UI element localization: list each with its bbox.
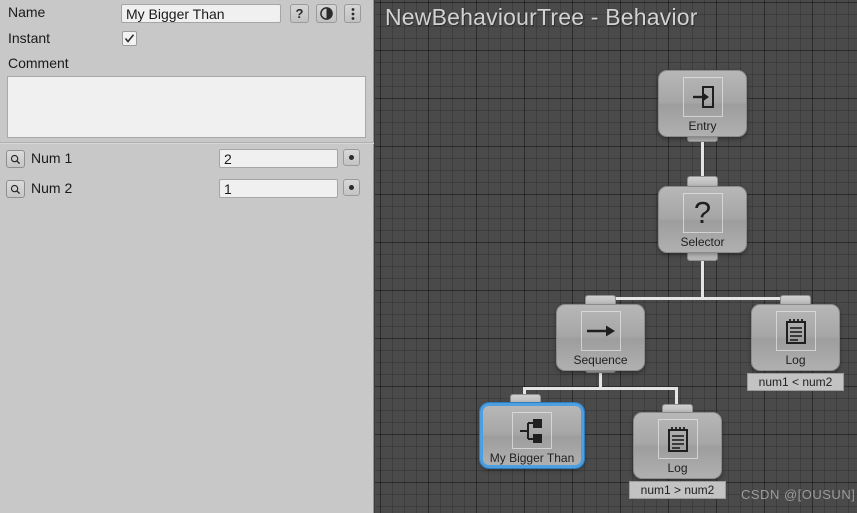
name-label: Name <box>8 4 46 20</box>
magnifier-icon <box>10 184 21 194</box>
num2-label: Num 2 <box>31 180 73 196</box>
mybigger-node-label: My Bigger Than <box>489 451 575 465</box>
node-log-1[interactable]: Log <box>751 304 840 371</box>
question-mark-icon: ? <box>295 6 304 21</box>
node-selector[interactable]: ? Selector <box>658 186 747 253</box>
log2-node-comment: num1 > num2 <box>629 481 726 499</box>
log1-node-comment: num1 < num2 <box>747 373 844 391</box>
instant-row: Instant <box>8 30 50 46</box>
num1-input[interactable]: 2 <box>219 149 338 168</box>
section-divider <box>0 142 374 144</box>
num1-row: Num 1 <box>31 150 72 166</box>
notepad-icon <box>667 427 688 452</box>
node-entry[interactable]: Entry <box>658 70 747 137</box>
entry-node-icon <box>682 77 723 117</box>
branch-nodes-icon <box>520 418 542 443</box>
behaviour-tree-editor-window: Name My Bigger Than ? Instant Comment Nu… <box>0 0 857 513</box>
watermark: CSDN @[OUSUN] <box>741 487 856 502</box>
num2-object-picker-button[interactable] <box>343 179 360 196</box>
num2-search-button[interactable] <box>6 180 25 198</box>
instant-label: Instant <box>8 30 51 46</box>
selector-node-icon: ? <box>682 193 723 233</box>
selector-node-label: Selector <box>680 235 725 249</box>
enter-arrow-icon <box>692 86 714 108</box>
sequence-node-label: Sequence <box>573 353 628 367</box>
magnifier-icon <box>10 154 21 164</box>
comment-label: Comment <box>8 55 69 71</box>
checkmark-icon <box>124 34 135 43</box>
instant-checkbox[interactable] <box>122 31 137 46</box>
question-mark-icon: ? <box>693 195 712 230</box>
num1-label: Num 1 <box>31 150 73 166</box>
node-log-2[interactable]: Log <box>633 412 722 479</box>
connection-selector-bus <box>599 297 797 300</box>
contrast-circle-icon <box>320 7 333 20</box>
num1-search-button[interactable] <box>6 150 25 168</box>
log2-node-icon <box>657 419 698 459</box>
connection-sequence-bus <box>523 387 678 390</box>
log1-node-icon <box>775 311 816 351</box>
mybigger-node-icon <box>512 412 552 449</box>
right-arrow-icon <box>586 325 615 337</box>
log2-node-label: Log <box>667 461 688 475</box>
context-menu-button[interactable] <box>344 4 361 23</box>
notepad-icon <box>785 319 806 344</box>
graph-title: NewBehaviourTree - Behavior <box>385 4 698 30</box>
comment-textarea[interactable] <box>7 76 366 138</box>
node-my-bigger-than[interactable]: My Bigger Than <box>480 403 584 468</box>
inspector-panel: Name My Bigger Than ? Instant Comment Nu… <box>0 0 374 513</box>
name-row: Name <box>8 4 45 20</box>
num2-input[interactable]: 1 <box>219 179 338 198</box>
entry-node-label: Entry <box>688 119 717 133</box>
preset-button[interactable] <box>316 4 337 23</box>
comment-row: Comment <box>8 55 69 71</box>
num2-row: Num 2 <box>31 180 72 196</box>
num1-object-picker-button[interactable] <box>343 149 360 166</box>
graph-canvas[interactable]: NewBehaviourTree - Behavior Entry ? Sele… <box>375 0 857 513</box>
sequence-node-icon <box>580 311 621 351</box>
record-dot-icon <box>349 185 354 190</box>
vertical-dots-icon <box>351 7 354 20</box>
help-button[interactable]: ? <box>290 4 309 23</box>
node-sequence[interactable]: Sequence <box>556 304 645 371</box>
connection-entry-selector <box>701 136 704 180</box>
log1-node-label: Log <box>785 353 806 367</box>
name-input[interactable]: My Bigger Than <box>121 4 281 23</box>
record-dot-icon <box>349 155 354 160</box>
